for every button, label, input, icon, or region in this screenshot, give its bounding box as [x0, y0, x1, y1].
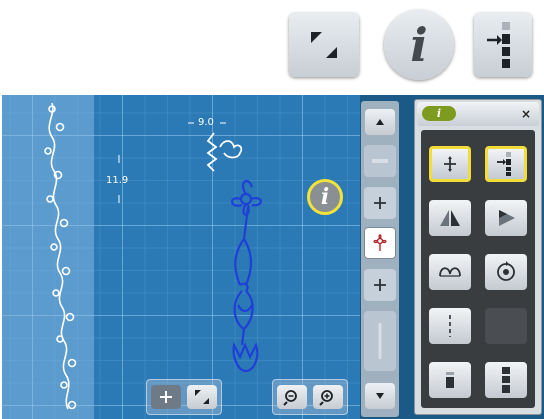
arrow-up-icon — [376, 119, 384, 125]
arrow-down-icon — [376, 393, 384, 399]
resize-toggle-button[interactable] — [187, 385, 217, 409]
dashed-line-icon — [449, 315, 451, 337]
embroidery-machine-ui: i 9.0 11.9 i i × — [0, 0, 544, 419]
strip-item-blank[interactable] — [364, 145, 396, 177]
rotate-icon — [497, 261, 515, 281]
mirror-vertical-icon — [499, 210, 515, 226]
single-block-icon — [446, 372, 454, 388]
mirror-horizontal-icon — [440, 210, 460, 226]
move-icon — [374, 279, 386, 291]
move-resize-toggle — [146, 379, 222, 415]
edit-panel: i × — [414, 99, 542, 415]
move-pattern-button[interactable] — [429, 146, 471, 182]
close-icon: × — [520, 107, 532, 121]
panel-info-tab[interactable]: i — [422, 106, 456, 121]
stitch-line-icon — [378, 323, 382, 359]
delete-stitch-button[interactable] — [429, 362, 471, 398]
machine-screen: 9.0 11.9 i i × — [2, 95, 544, 419]
info-icon: i — [410, 18, 428, 72]
move-button[interactable] — [151, 385, 181, 409]
flower-stitch-icon — [373, 234, 387, 251]
stitch-list-strip — [361, 101, 399, 417]
scroll-down-button[interactable] — [365, 383, 395, 409]
move-stitch-button[interactable] — [474, 13, 532, 77]
close-button[interactable]: × — [517, 106, 535, 122]
dimension-guides — [118, 122, 262, 373]
stitch-preview-area[interactable]: 9.0 11.9 i — [2, 95, 360, 419]
zoom-controls — [272, 379, 348, 415]
move-stitch-icon — [497, 152, 511, 176]
mirror-horizontal-button[interactable] — [429, 200, 471, 236]
info-icon: i — [320, 184, 330, 210]
resize-icon — [195, 390, 209, 404]
zoom-in-button[interactable] — [313, 385, 343, 409]
strip-item-stem[interactable] — [364, 311, 396, 371]
panel-header: i × — [417, 102, 539, 126]
stitch-position-button[interactable] — [429, 308, 471, 344]
info-icon: i — [436, 107, 442, 120]
resize-icon — [311, 32, 337, 58]
mirror-vertical-button[interactable] — [485, 200, 527, 236]
stitch-density-button[interactable] — [429, 254, 471, 290]
zoom-out-icon — [283, 390, 297, 406]
move-stitch-icon — [487, 22, 510, 68]
stitch-combination-button[interactable] — [485, 362, 527, 398]
move-icon — [444, 156, 456, 172]
block-stack-icon — [502, 367, 510, 393]
strip-item-flower[interactable] — [364, 227, 396, 259]
stitch-loop-icon — [439, 267, 461, 277]
resize-button[interactable] — [289, 13, 359, 77]
panel-button-grid — [421, 130, 535, 408]
rotate-button[interactable] — [485, 254, 527, 290]
move-icon — [160, 391, 172, 403]
scroll-up-button[interactable] — [365, 109, 395, 135]
strip-item-move[interactable] — [364, 187, 396, 219]
strip-item-move-2[interactable] — [364, 269, 396, 301]
info-button[interactable]: i — [384, 10, 454, 80]
zoom-out-button[interactable] — [277, 385, 307, 409]
zoom-in-icon — [319, 390, 333, 406]
empty-slot — [485, 308, 527, 344]
move-stitch-button[interactable] — [485, 146, 527, 182]
info-indicator[interactable]: i — [307, 179, 343, 215]
move-icon — [374, 197, 386, 209]
stitch-line-icon — [372, 159, 388, 163]
